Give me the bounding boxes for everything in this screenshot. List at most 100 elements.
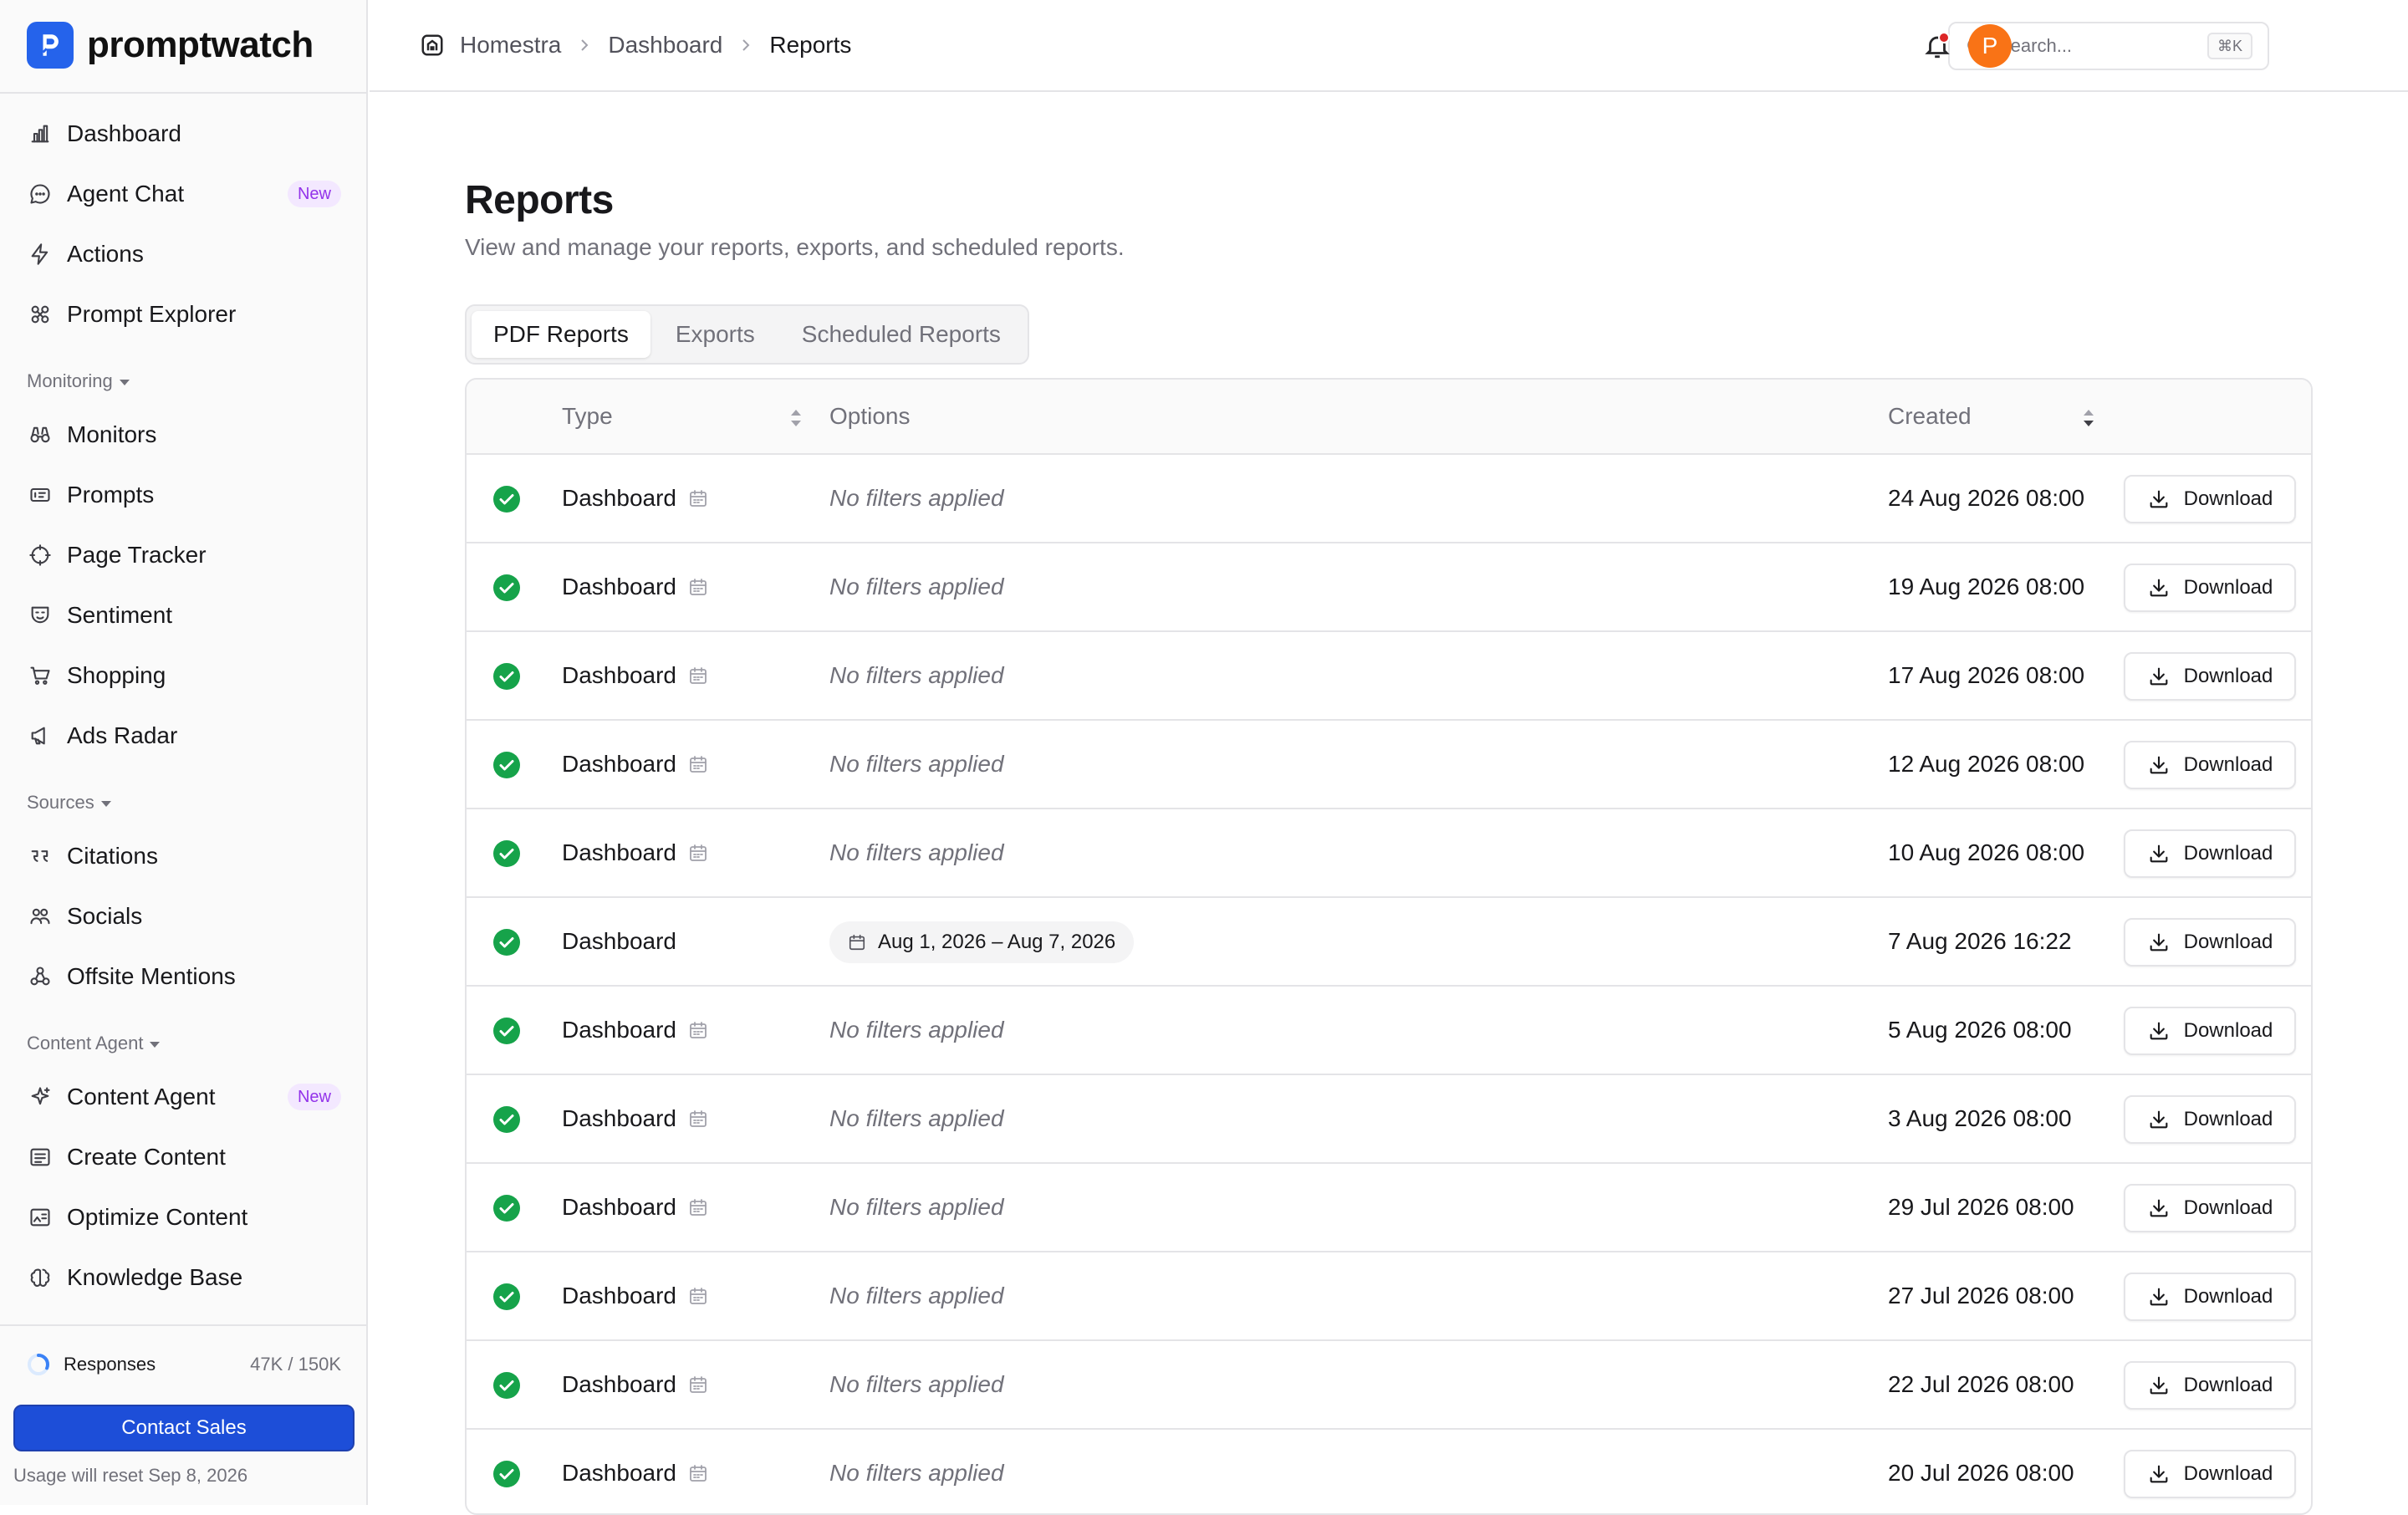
download-button[interactable]: Download — [2124, 1184, 2296, 1232]
new-badge: New — [287, 1084, 341, 1110]
sidebar-item-prompt-explorer[interactable]: Prompt Explorer — [13, 289, 355, 339]
download-button[interactable]: Download — [2124, 918, 2296, 967]
sidebar-item-shopping[interactable]: Shopping — [13, 650, 355, 701]
report-tabs: PDF Reports Exports Scheduled Reports — [465, 304, 1029, 365]
brand-logo[interactable]: promptwatch — [27, 22, 314, 69]
scheduled-calendar-icon — [690, 579, 707, 595]
sidebar-item-offsite-mentions[interactable]: Offsite Mentions — [13, 951, 355, 1002]
sidebar-item-label: Optimize Content — [67, 1204, 248, 1230]
completed-check-icon — [493, 1372, 520, 1399]
download-label: Download — [2183, 576, 2273, 599]
caret-down-icon — [150, 1041, 161, 1048]
download-icon — [2150, 579, 2168, 597]
sidebar-item-agent-chat[interactable]: Agent Chat New — [13, 169, 355, 219]
sidebar-item-label: Prompt Explorer — [67, 301, 237, 327]
users-icon — [27, 903, 54, 930]
report-type: Dashboard — [562, 574, 676, 599]
created-date: 3 Aug 2026 08:00 — [1888, 1105, 2072, 1131]
created-date: 29 Jul 2026 08:00 — [1888, 1194, 2074, 1220]
download-button[interactable]: Download — [2124, 1007, 2296, 1055]
options-text: No filters applied — [829, 751, 1004, 777]
report-type: Dashboard — [562, 1460, 676, 1486]
sidebar-item-sentiment[interactable]: Sentiment — [13, 590, 355, 640]
page-title: Reports — [465, 178, 614, 222]
sidebar-item-ads-radar[interactable]: Ads Radar — [13, 711, 355, 761]
download-icon — [2150, 1110, 2168, 1129]
table-row: Dashboard No filters applied 24 Aug 2026… — [467, 455, 2311, 543]
report-type: Dashboard — [562, 928, 676, 954]
download-button[interactable]: Download — [2124, 1361, 2296, 1410]
report-type: Dashboard — [562, 751, 676, 777]
search-input[interactable] — [1998, 35, 2191, 57]
type-cell: Dashboard — [562, 747, 708, 781]
completed-check-icon — [493, 486, 520, 513]
download-icon — [2150, 1376, 2168, 1395]
crosshair-icon — [27, 542, 54, 569]
promptwatch-logo-icon — [27, 22, 74, 69]
explorer-icon — [27, 301, 54, 328]
breadcrumb-workspace[interactable]: Homestra — [460, 32, 561, 59]
sidebar-item-create-content[interactable]: Create Content — [13, 1132, 355, 1182]
scheduled-calendar-icon — [690, 844, 707, 861]
column-type[interactable]: Type — [562, 403, 613, 430]
table-row: Dashboard No filters applied 27 Jul 2026… — [467, 1252, 2311, 1341]
tab-exports[interactable]: Exports — [654, 311, 777, 358]
sidebar-item-citations[interactable]: Citations — [13, 831, 355, 881]
sidebar-item-label: Dashboard — [67, 120, 181, 146]
download-button[interactable]: Download — [2124, 1273, 2296, 1321]
sidebar-item-label: Page Tracker — [67, 542, 207, 568]
user-avatar[interactable]: P — [1968, 24, 2012, 68]
sidebar-item-prompts[interactable]: Prompts — [13, 470, 355, 520]
sidebar-item-monitors[interactable]: Monitors — [13, 410, 355, 460]
download-icon — [2150, 490, 2168, 508]
tab-scheduled-reports[interactable]: Scheduled Reports — [780, 311, 1023, 358]
tab-pdf-reports[interactable]: PDF Reports — [472, 311, 650, 358]
table-row: Dashboard No filters applied 29 Jul 2026… — [467, 1164, 2311, 1252]
download-button[interactable]: Download — [2124, 741, 2296, 789]
breadcrumb-dashboard[interactable]: Dashboard — [608, 32, 722, 59]
sort-desc-icon[interactable] — [2080, 406, 2097, 430]
created-date: 20 Jul 2026 08:00 — [1888, 1460, 2074, 1486]
report-type: Dashboard — [562, 1371, 676, 1397]
download-button[interactable]: Download — [2124, 1450, 2296, 1498]
sidebar-item-dashboard[interactable]: Dashboard — [13, 109, 355, 159]
usage-label: Responses — [64, 1354, 156, 1375]
options-text: No filters applied — [829, 1460, 1004, 1486]
section-content-agent[interactable]: Content Agent — [27, 1030, 161, 1057]
sort-icon[interactable] — [788, 406, 804, 430]
download-icon — [2150, 1288, 2168, 1306]
sidebar-item-content-agent[interactable]: Content Agent New — [13, 1072, 355, 1122]
download-button[interactable]: Download — [2124, 564, 2296, 612]
sidebar-item-knowledge-base[interactable]: Knowledge Base — [13, 1252, 355, 1303]
scheduled-calendar-icon — [690, 756, 707, 773]
section-sources[interactable]: Sources — [27, 789, 111, 816]
download-icon — [2150, 844, 2168, 863]
sidebar-item-label: Create Content — [67, 1144, 226, 1170]
table-row: Dashboard No filters applied 3 Aug 2026 … — [467, 1075, 2311, 1164]
download-button[interactable]: Download — [2124, 1095, 2296, 1144]
options-text: No filters applied — [829, 1283, 1004, 1308]
download-label: Download — [2183, 931, 2273, 953]
created-date: 27 Jul 2026 08:00 — [1888, 1283, 2074, 1308]
column-created[interactable]: Created — [1888, 403, 1972, 430]
options-text: No filters applied — [829, 1017, 1004, 1043]
sidebar-item-label: Actions — [67, 241, 144, 267]
download-button[interactable]: Download — [2124, 652, 2296, 701]
download-button[interactable]: Download — [2124, 475, 2296, 523]
sidebar-item-actions[interactable]: Actions — [13, 229, 355, 279]
section-monitoring[interactable]: Monitoring — [27, 368, 130, 395]
download-button[interactable]: Download — [2124, 829, 2296, 878]
usage-reset-text: Usage will reset Sep 8, 2026 — [13, 1465, 248, 1486]
table-row: Dashboard No filters applied 22 Jul 2026… — [467, 1341, 2311, 1430]
sidebar-item-page-tracker[interactable]: Page Tracker — [13, 530, 355, 580]
download-icon — [2150, 1199, 2168, 1217]
binoculars-icon — [27, 421, 54, 448]
created-date: 7 Aug 2026 16:22 — [1888, 928, 2072, 954]
download-label: Download — [2183, 1196, 2273, 1219]
breadcrumb-current: Reports — [769, 32, 852, 58]
sidebar-item-optimize-content[interactable]: Optimize Content — [13, 1192, 355, 1242]
download-label: Download — [2183, 1019, 2273, 1042]
search-shortcut: ⌘K — [2206, 33, 2252, 59]
sidebar-item-socials[interactable]: Socials — [13, 891, 355, 941]
contact-sales-button[interactable]: Contact Sales — [13, 1405, 355, 1451]
